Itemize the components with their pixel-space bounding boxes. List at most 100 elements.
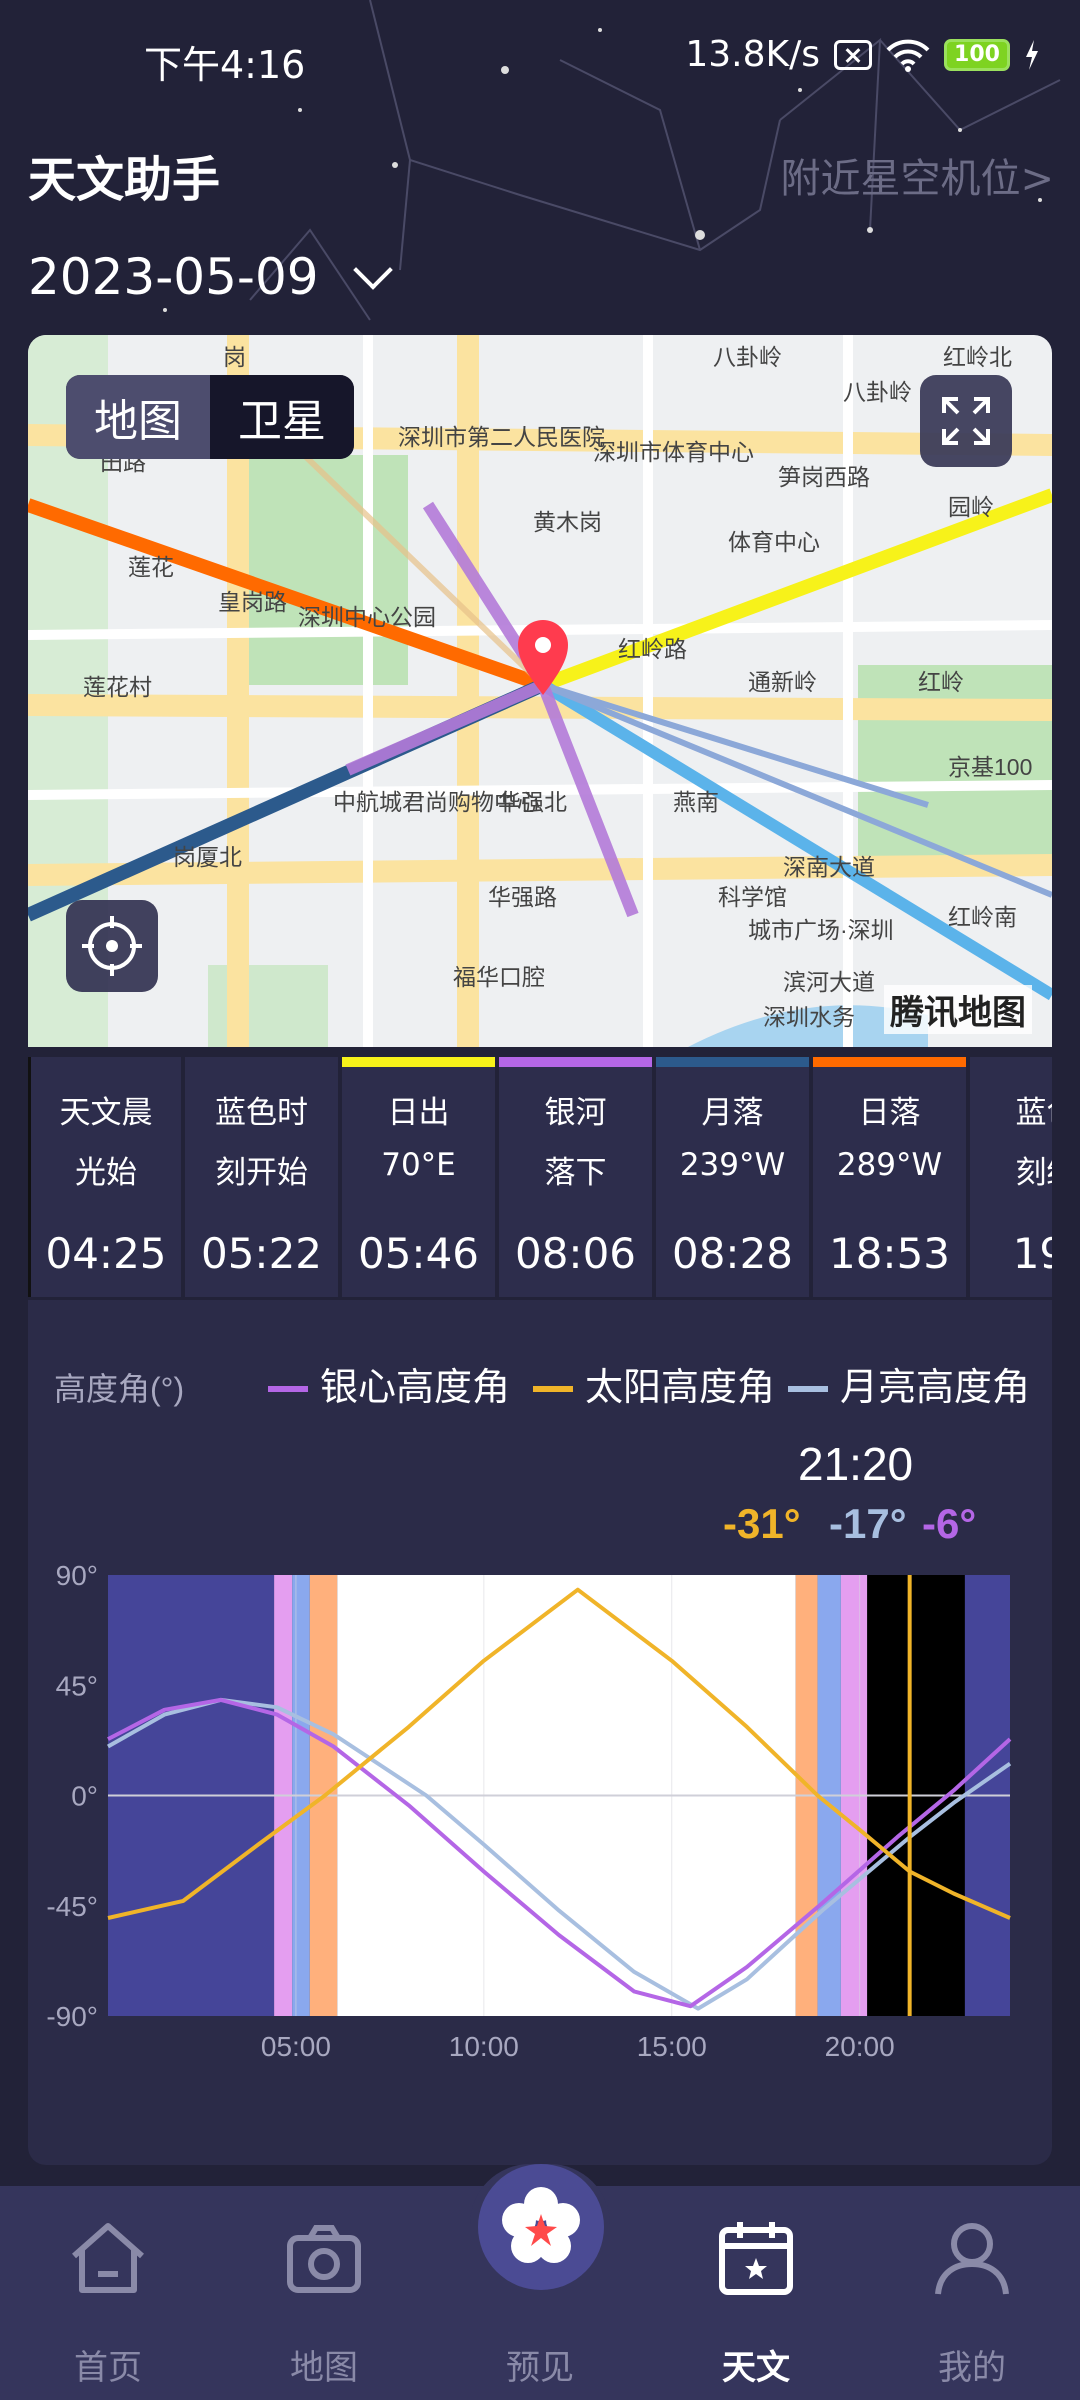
nav-label: 我的	[938, 2348, 1006, 2388]
map-label: 深圳水务	[763, 1004, 855, 1030]
status-time: 下午4:16	[144, 43, 306, 87]
event-card[interactable]: 日出 70°E 05:46	[342, 1057, 495, 1297]
event-detail: 289°W	[836, 1147, 943, 1183]
event-detail: 刻开始	[215, 1155, 308, 1191]
event-color-bar	[813, 1057, 966, 1067]
event-time: 08:28	[671, 1229, 794, 1278]
map-label: 岗厦北	[173, 844, 242, 870]
event-color-bar	[31, 1057, 181, 1067]
locate-button[interactable]	[66, 900, 158, 992]
event-color-bar	[499, 1057, 652, 1067]
map-label: 深圳市第二人民医院	[398, 424, 605, 450]
charging-icon	[1026, 39, 1038, 70]
camera-icon	[287, 2225, 361, 2293]
event-time: 18:53	[828, 1229, 951, 1278]
map-label: 八卦岭	[843, 379, 912, 405]
crosshair-icon	[82, 916, 142, 976]
chart-legend: 银心高度角 太阳高度角 月亮高度角	[268, 1367, 1030, 1409]
plot-area[interactable]: 90° 45° 0° -45° -90° 05:00 10:00 15:00 20:00	[46, 1560, 1012, 2062]
event-name: 天文晨	[59, 1095, 153, 1131]
event-detail: 70°E	[381, 1147, 456, 1183]
event-card[interactable]: 日落 289°W 18:53	[813, 1057, 966, 1297]
legend-label: 太阳高度角	[585, 1367, 775, 1409]
map-label: 城市广场·深圳	[748, 917, 894, 943]
event-name: 银河	[544, 1095, 607, 1131]
map-mode-button[interactable]: 地图	[66, 375, 210, 459]
event-time: 05:22	[200, 1229, 323, 1278]
event-detail: 光始	[75, 1155, 137, 1191]
map-label: 体育中心	[728, 529, 820, 555]
y-tick-label: -90°	[46, 2001, 98, 2032]
map-label: 莲花村	[83, 674, 152, 700]
altitude-chart[interactable]: 高度角(°) 银心高度角 太阳高度角 月亮高度角 21:20 -31° -17°…	[28, 1300, 1052, 2165]
map-label: 红岭南	[948, 904, 1017, 930]
event-card[interactable]: 蓝色 刻结 19:	[970, 1057, 1052, 1297]
nearby-spots-link[interactable]: 附近星空机位>	[780, 146, 1054, 204]
y-tick-label: 90°	[56, 1560, 98, 1591]
map-label: 黄木岗	[533, 509, 602, 535]
event-color-bar	[656, 1057, 809, 1067]
event-detail: 落下	[544, 1155, 607, 1191]
nav-label: 预见	[506, 2348, 574, 2388]
map-label: 福华口腔	[453, 964, 545, 990]
chevron-down-icon[interactable]	[352, 250, 393, 290]
nav-label: 地图	[290, 2348, 358, 2388]
fullscreen-button[interactable]	[920, 375, 1012, 467]
event-card[interactable]: 蓝色时 刻开始 05:22	[185, 1057, 338, 1297]
event-card[interactable]: 月落 239°W 08:28	[656, 1057, 809, 1297]
status-indicators: 13.8K/s 100	[685, 34, 1040, 75]
x-tick-label: 10:00	[449, 2031, 519, 2062]
map-label: 通新岭	[748, 669, 817, 695]
x-tick-label: 20:00	[825, 2031, 895, 2062]
event-color-bar	[185, 1057, 338, 1067]
event-card[interactable]: 银河 落下 08:06	[499, 1057, 652, 1297]
y-tick-label: 45°	[56, 1670, 98, 1701]
map-label: 深南大道	[783, 854, 875, 880]
map-label: 科学馆	[718, 884, 787, 910]
legend-label: 银心高度角	[320, 1367, 510, 1409]
event-time: 19:	[1012, 1229, 1052, 1278]
event-name: 蓝色时	[215, 1095, 308, 1131]
legend-label: 月亮高度角	[840, 1367, 1030, 1409]
battery-indicator: 100	[944, 38, 1010, 71]
map-label: 皇岗路	[218, 589, 287, 615]
map-label: 燕南	[673, 789, 719, 815]
bottom-navigation: 首页 地图 预见 天文 我的	[0, 2164, 1080, 2400]
cursor-moon-value: -17°	[829, 1500, 907, 1547]
x-tick-label: 15:00	[637, 2031, 707, 2062]
y-tick-label: -45°	[46, 1891, 98, 1922]
network-speed: 13.8K/s	[685, 34, 820, 75]
event-time: 05:46	[357, 1229, 480, 1278]
wifi-icon	[886, 39, 930, 72]
event-timeline[interactable]: 天文晨 光始 04:25 蓝色时 刻开始 05:22 日出 70°E 05:46…	[28, 1057, 1052, 1297]
date-picker[interactable]: 2023-05-09	[28, 248, 393, 306]
x-tick-label: 05:00	[261, 2031, 331, 2062]
map-label: 华强路	[488, 884, 557, 910]
selected-date[interactable]: 2023-05-09	[28, 248, 319, 306]
event-detail: 239°W	[679, 1147, 786, 1183]
preview-center-button[interactable]	[478, 2164, 604, 2290]
event-color-bar	[342, 1057, 495, 1067]
event-card[interactable]: 天文晨 光始 04:25	[28, 1057, 181, 1297]
map-view[interactable]: 深圳市第二人民医院 深圳市体育中心 笋岗西路 黄木岗 体育中心 八卦岭 八卦岭 …	[28, 335, 1052, 1047]
map-label: 深圳市体育中心	[593, 439, 754, 465]
cursor-galaxy-value: -6°	[922, 1500, 976, 1547]
map-label: 八卦岭	[713, 344, 782, 370]
event-time: 08:06	[514, 1229, 637, 1278]
nav-label: 首页	[74, 2348, 142, 2388]
map-type-toggle[interactable]: 地图 卫星	[66, 375, 354, 459]
expand-icon	[942, 397, 990, 445]
map-label: 笋岗西路	[778, 464, 870, 490]
map-label: 园岭	[948, 494, 994, 520]
event-name: 月落	[701, 1095, 764, 1131]
map-label: 深圳中心公园	[298, 604, 436, 630]
app-title: 天文助手	[28, 152, 221, 208]
flower-icon	[502, 2187, 580, 2263]
user-icon	[935, 2223, 1009, 2295]
altitude-chart-card[interactable]: 高度角(°) 银心高度角 太阳高度角 月亮高度角 21:20 -31° -17°…	[28, 1300, 1052, 2165]
satellite-mode-button[interactable]: 卫星	[210, 375, 354, 459]
map-label: 红岭北	[943, 344, 1012, 370]
cursor-sun-value: -31°	[723, 1500, 801, 1547]
calendar-icon	[719, 2222, 793, 2295]
event-name: 日落	[858, 1095, 921, 1131]
